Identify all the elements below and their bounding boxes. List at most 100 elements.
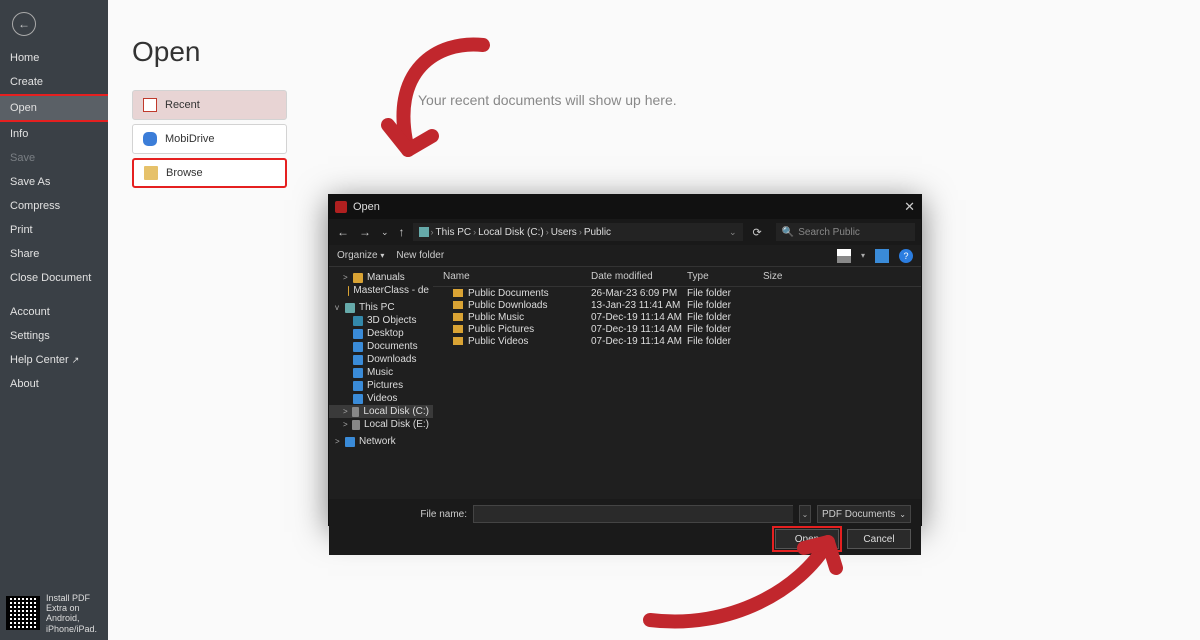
column-size[interactable]: Size bbox=[763, 271, 811, 282]
open-option-browse-label: Browse bbox=[166, 167, 203, 179]
folder-icon bbox=[353, 394, 363, 404]
file-row[interactable]: Public Downloads13-Jan-23 11:41 AMFile f… bbox=[433, 299, 921, 311]
view-mode-button[interactable] bbox=[837, 249, 851, 263]
file-type-filter-label: PDF Documents bbox=[822, 509, 895, 520]
search-icon: 🔍 bbox=[782, 227, 794, 238]
dialog-footer: File name: ⌄ PDF Documents ⌄ Open Cancel bbox=[329, 499, 921, 555]
tree-item[interactable]: > Local Disk (C:) bbox=[329, 405, 433, 418]
promo-banner[interactable]: Install PDF Extra on Android, iPhone/iPa… bbox=[6, 593, 97, 634]
tree-item[interactable]: > Manuals bbox=[329, 271, 433, 284]
column-headers[interactable]: Name Date modified Type Size bbox=[433, 267, 921, 287]
sidebar-item-help-center[interactable]: Help Center bbox=[0, 348, 108, 372]
tree-item[interactable]: 3D Objects bbox=[329, 314, 433, 327]
file-type-filter[interactable]: PDF Documents ⌄ bbox=[817, 505, 911, 523]
open-option-recent[interactable]: Recent bbox=[132, 90, 287, 120]
folder-icon bbox=[353, 329, 363, 339]
open-option-browse[interactable]: Browse bbox=[132, 158, 287, 188]
sidebar-item-info[interactable]: Info bbox=[0, 122, 108, 146]
sidebar-item-open[interactable]: Open bbox=[0, 94, 110, 122]
column-name[interactable]: Name bbox=[433, 271, 591, 282]
column-type[interactable]: Type bbox=[687, 271, 763, 282]
folder-icon bbox=[353, 368, 363, 378]
tree-item[interactable]: Downloads bbox=[329, 353, 433, 366]
chevron-icon: > bbox=[343, 407, 348, 416]
file-row[interactable]: Public Videos07-Dec-19 11:14 AMFile fold… bbox=[433, 335, 921, 347]
sidebar-item-home[interactable]: Home bbox=[0, 46, 108, 70]
nav-recent-dropdown[interactable]: ⌄ bbox=[379, 227, 391, 238]
breadcrumb-local-disk-c[interactable]: Local Disk (C:) bbox=[478, 227, 544, 238]
open-option-mobidrive-label: MobiDrive bbox=[165, 133, 215, 145]
sidebar-item-account[interactable]: Account bbox=[0, 300, 108, 324]
tree-item-label: Music bbox=[367, 367, 393, 378]
sidebar-item-close-document[interactable]: Close Document bbox=[0, 266, 108, 290]
file-name: Public Documents bbox=[468, 288, 549, 299]
organize-menu[interactable]: Organize ▾ bbox=[337, 250, 384, 261]
file-date: 07-Dec-19 11:14 AM bbox=[591, 312, 687, 323]
sidebar-item-about[interactable]: About bbox=[0, 372, 108, 396]
breadcrumb-this-pc[interactable]: This PC bbox=[436, 227, 472, 238]
file-date: 26-Mar-23 6:09 PM bbox=[591, 288, 687, 299]
nav-up-button[interactable]: ↑ bbox=[397, 225, 407, 239]
breadcrumb-users[interactable]: Users bbox=[551, 227, 577, 238]
dialog-close-button[interactable]: ✕ bbox=[904, 199, 915, 215]
open-source-list: Recent MobiDrive Browse bbox=[132, 90, 287, 188]
file-type: File folder bbox=[687, 324, 763, 335]
breadcrumb-public[interactable]: Public bbox=[584, 227, 611, 238]
sidebar-item-save-as[interactable]: Save As bbox=[0, 170, 108, 194]
tree-item[interactable]: Documents bbox=[329, 340, 433, 353]
dialog-title-bar: Open ✕ bbox=[329, 195, 921, 219]
open-option-mobidrive[interactable]: MobiDrive bbox=[132, 124, 287, 154]
open-button[interactable]: Open bbox=[775, 529, 839, 549]
sidebar-item-settings[interactable]: Settings bbox=[0, 324, 108, 348]
column-date[interactable]: Date modified bbox=[591, 271, 687, 282]
folder-icon bbox=[353, 381, 363, 391]
help-button[interactable]: ? bbox=[899, 249, 913, 263]
folder-icon bbox=[144, 166, 158, 180]
file-date: 13-Jan-23 11:41 AM bbox=[591, 300, 687, 311]
tree-item[interactable]: MasterClass - de bbox=[329, 284, 433, 297]
file-date: 07-Dec-19 11:14 AM bbox=[591, 336, 687, 347]
tree-item-label: Manuals bbox=[367, 272, 405, 283]
tree-item-label: Local Disk (E:) bbox=[364, 419, 429, 430]
file-type: File folder bbox=[687, 288, 763, 299]
back-button[interactable]: ← bbox=[12, 12, 36, 36]
preview-pane-button[interactable] bbox=[875, 249, 889, 263]
file-open-dialog: Open ✕ ← → ⌄ ↑ › This PC› Local Disk (C:… bbox=[328, 194, 922, 526]
nav-forward-button[interactable]: → bbox=[357, 225, 373, 239]
breadcrumb-dropdown-icon[interactable]: ⌄ bbox=[729, 227, 737, 238]
file-row[interactable]: Public Pictures07-Dec-19 11:14 AMFile fo… bbox=[433, 323, 921, 335]
pc-icon bbox=[419, 227, 429, 237]
tree-item[interactable]: Videos bbox=[329, 392, 433, 405]
refresh-button[interactable]: ⟳ bbox=[749, 226, 766, 239]
chevron-icon: > bbox=[343, 273, 349, 282]
file-row[interactable]: Public Music07-Dec-19 11:14 AMFile folde… bbox=[433, 311, 921, 323]
filename-history-dropdown[interactable]: ⌄ bbox=[799, 505, 811, 523]
file-type: File folder bbox=[687, 336, 763, 347]
tree-item[interactable]: vThis PC bbox=[329, 301, 433, 314]
file-type: File folder bbox=[687, 312, 763, 323]
folder-icon bbox=[345, 303, 355, 313]
breadcrumb-bar[interactable]: › This PC› Local Disk (C:)› Users› Publi… bbox=[413, 223, 743, 241]
sidebar-item-compress[interactable]: Compress bbox=[0, 194, 108, 218]
file-row[interactable]: Public Documents 26-Mar-23 6:09 PMFile fo… bbox=[433, 287, 921, 299]
open-option-recent-label: Recent bbox=[165, 99, 200, 111]
sidebar-item-create[interactable]: Create bbox=[0, 70, 108, 94]
cancel-button[interactable]: Cancel bbox=[847, 529, 911, 549]
tree-item[interactable]: Pictures bbox=[329, 379, 433, 392]
sidebar-item-print[interactable]: Print bbox=[0, 218, 108, 242]
chevron-icon: > bbox=[343, 420, 348, 429]
tree-item[interactable]: >Network bbox=[329, 435, 433, 448]
tree-item[interactable]: Desktop bbox=[329, 327, 433, 340]
page-title: Open bbox=[132, 36, 1200, 68]
view-mode-dropdown-icon[interactable]: ▾ bbox=[861, 251, 865, 260]
cloud-icon bbox=[143, 132, 157, 146]
tree-item[interactable]: > Local Disk (E:) bbox=[329, 418, 433, 431]
folder-icon bbox=[352, 407, 360, 417]
tree-item-label: Local Disk (C:) bbox=[363, 406, 429, 417]
sidebar-item-share[interactable]: Share bbox=[0, 242, 108, 266]
search-box[interactable]: 🔍 Search Public bbox=[776, 223, 915, 241]
tree-item[interactable]: Music bbox=[329, 366, 433, 379]
filename-input[interactable] bbox=[473, 505, 793, 523]
nav-back-button[interactable]: ← bbox=[335, 225, 351, 239]
new-folder-button[interactable]: New folder bbox=[396, 250, 444, 261]
